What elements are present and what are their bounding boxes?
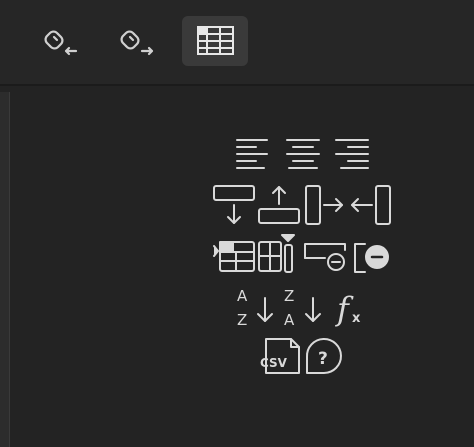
formula-x-label: x: [352, 311, 361, 326]
insert-column-marker-icon[interactable]: [281, 234, 295, 273]
table-icon-palette: A Z Z A f x CSV ?: [213, 139, 391, 374]
sort-desc-top-label: Z: [284, 287, 294, 305]
align-left-icon[interactable]: [236, 139, 268, 169]
sort-desc-bottom-label: A: [284, 311, 295, 329]
shrink-column-right-icon[interactable]: [305, 185, 343, 225]
insert-row-below-icon[interactable]: [213, 185, 255, 224]
table-grid-icon[interactable]: [258, 241, 282, 272]
help-label: ?: [318, 349, 328, 369]
align-center-icon[interactable]: [286, 139, 320, 169]
csv-label: CSV: [260, 356, 288, 370]
sort-asc-bottom-label: Z: [237, 311, 247, 329]
align-right-icon[interactable]: [335, 139, 369, 169]
sort-ascending-icon[interactable]: [257, 297, 273, 322]
delete-column-icon[interactable]: [354, 243, 389, 273]
sort-asc-top-label: A: [237, 287, 248, 305]
insert-row-above-icon[interactable]: [258, 186, 300, 224]
sort-descending-icon[interactable]: [305, 297, 321, 322]
insert-column-left-icon[interactable]: [213, 241, 255, 272]
shrink-column-left-icon[interactable]: [351, 185, 391, 225]
delete-row-icon[interactable]: [304, 243, 346, 271]
